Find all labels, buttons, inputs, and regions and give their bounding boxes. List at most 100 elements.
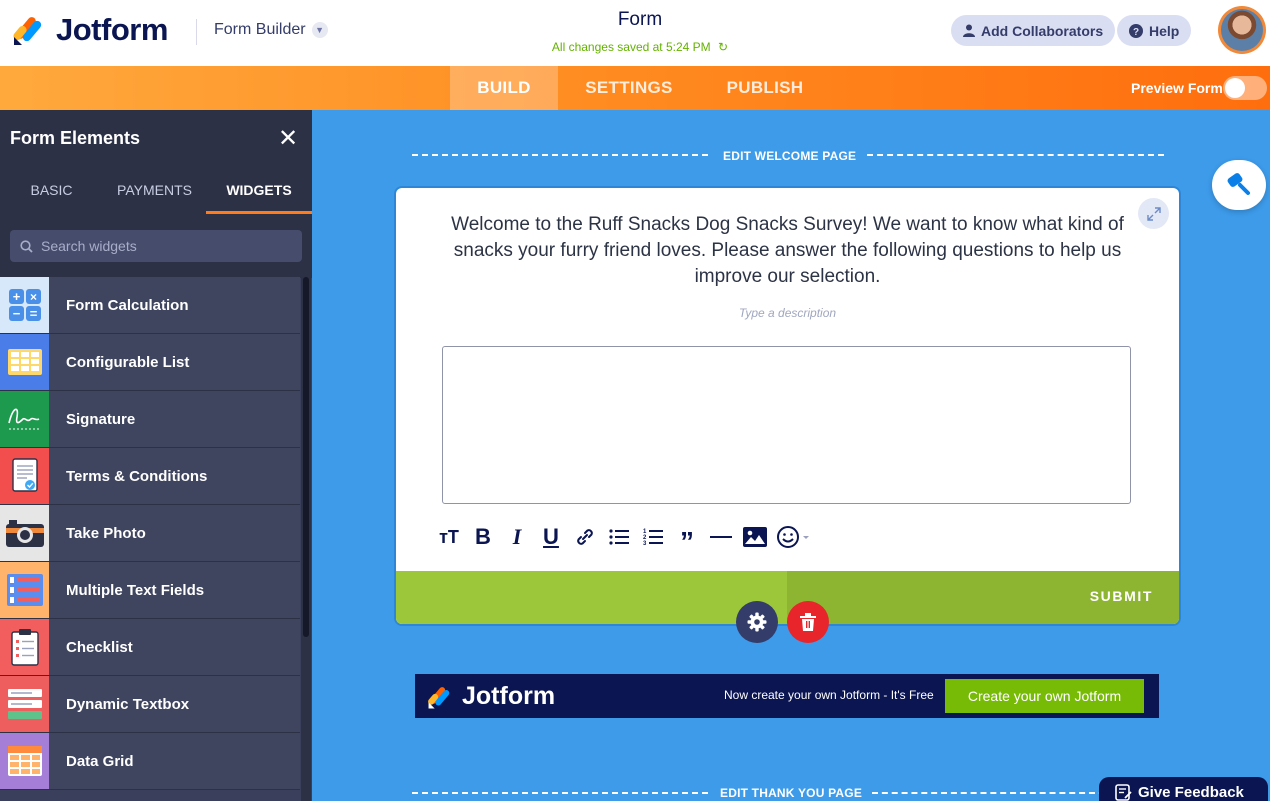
- logo-text: Jotform: [56, 12, 168, 47]
- banner-logo[interactable]: Jotform: [427, 682, 555, 711]
- widget-label: Checklist: [66, 638, 133, 656]
- svg-text:=: =: [29, 306, 37, 321]
- widget-label: Signature: [66, 410, 136, 428]
- widget-signature[interactable]: Signature: [0, 391, 300, 448]
- tab-publish[interactable]: PUBLISH: [700, 66, 830, 110]
- save-status-text: All changes saved at 5:24 PM: [551, 40, 711, 54]
- builder-nav: BUILD SETTINGS PUBLISH Preview Form: [0, 66, 1270, 110]
- bold-icon[interactable]: B: [466, 522, 500, 552]
- user-avatar[interactable]: [1218, 6, 1266, 54]
- edit-thankyou-page-link[interactable]: EDIT THANK YOU PAGE: [720, 786, 862, 800]
- add-collaborators-label: Add Collaborators: [981, 22, 1104, 39]
- form-builder-dropdown[interactable]: Form Builder ▼: [214, 21, 328, 39]
- rich-text-editor[interactable]: [442, 346, 1131, 504]
- svg-text:×: ×: [29, 290, 36, 304]
- bullet-list-icon[interactable]: [602, 522, 636, 552]
- form-elements-panel: Form Elements ✕ BASIC PAYMENTS WIDGETS S…: [0, 110, 312, 801]
- top-header: Jotform Form Builder ▼ Form All changes …: [0, 0, 1270, 66]
- widget-checklist[interactable]: Checklist: [0, 619, 300, 676]
- feedback-icon: [1115, 783, 1132, 801]
- help-label: Help: [1149, 22, 1180, 39]
- search-icon: [20, 239, 33, 253]
- horizontal-rule-icon[interactable]: [704, 522, 738, 552]
- widget-dynamic-textbox[interactable]: Dynamic Textbox: [0, 676, 300, 733]
- underline-icon[interactable]: U: [534, 522, 568, 552]
- panel-title: Form Elements: [10, 127, 141, 148]
- data-grid-icon: [0, 733, 49, 789]
- panel-header: Form Elements ✕: [0, 110, 312, 166]
- widget-list-scrollbar[interactable]: [301, 277, 311, 801]
- help-icon: ?: [1129, 23, 1143, 38]
- widget-label: Data Grid: [66, 752, 134, 770]
- widget-form-calculation[interactable]: + × − = Form Calculation: [0, 277, 300, 334]
- svg-text:−: −: [12, 306, 20, 321]
- paint-roller-icon: [1227, 173, 1250, 195]
- search-widgets-input[interactable]: Search widgets: [10, 230, 302, 262]
- refresh-icon[interactable]: ↻: [718, 40, 728, 54]
- grid-list-icon: [0, 334, 49, 390]
- svg-text:+: +: [12, 289, 20, 304]
- add-collaborators-button[interactable]: Add Collaborators: [951, 15, 1116, 46]
- textbox-icon: [0, 676, 49, 732]
- clipboard-icon: [0, 619, 49, 675]
- give-feedback-button[interactable]: Give Feedback: [1099, 777, 1268, 801]
- trash-icon: [800, 613, 816, 631]
- tab-basic[interactable]: BASIC: [0, 166, 103, 214]
- welcome-heading[interactable]: Welcome to the Ruff Snacks Dog Snacks Su…: [436, 212, 1139, 290]
- tab-build[interactable]: BUILD: [450, 66, 558, 110]
- form-designer-button[interactable]: [1212, 160, 1266, 210]
- widget-take-photo[interactable]: Take Photo: [0, 505, 300, 562]
- divider-line: [412, 792, 708, 794]
- submit-button: SUBMIT: [787, 571, 1179, 624]
- search-area: Search widgets: [0, 214, 312, 278]
- divider-line: [867, 154, 1164, 156]
- emoji-icon[interactable]: [772, 522, 816, 552]
- widget-label: Form Calculation: [66, 296, 189, 314]
- help-button[interactable]: ? Help: [1117, 15, 1192, 46]
- expand-button[interactable]: [1138, 198, 1169, 229]
- quote-icon[interactable]: ”: [670, 522, 704, 557]
- delete-button[interactable]: [787, 601, 829, 643]
- document-check-icon: [0, 448, 49, 504]
- preview-form-toggle[interactable]: [1223, 76, 1267, 100]
- image-icon[interactable]: [738, 522, 772, 552]
- widget-configurable-list[interactable]: Configurable List: [0, 334, 300, 391]
- header-divider: [196, 19, 197, 45]
- widget-terms-conditions[interactable]: Terms & Conditions: [0, 448, 300, 505]
- widget-list: + × − = Form Calculation Configurable List …: [0, 277, 300, 790]
- jotform-logo[interactable]: Jotform: [12, 12, 168, 48]
- panel-tabs: BASIC PAYMENTS WIDGETS: [0, 166, 312, 214]
- tab-widgets[interactable]: WIDGETS: [206, 166, 312, 214]
- description-placeholder[interactable]: Type a description: [396, 306, 1179, 320]
- tab-settings[interactable]: SETTINGS: [558, 66, 700, 110]
- preview-form-label: Preview Form: [1131, 80, 1223, 96]
- jotform-logo-icon: [428, 686, 450, 708]
- form-canvas: EDIT WELCOME PAGE Welcome to the Ruff Sn…: [312, 110, 1270, 801]
- camera-icon: [0, 505, 49, 561]
- widget-data-grid[interactable]: Data Grid: [0, 733, 300, 790]
- widget-label: Take Photo: [66, 524, 146, 542]
- text-fields-icon: [0, 562, 49, 618]
- create-jotform-button[interactable]: Create your own Jotform: [945, 679, 1144, 713]
- form-title[interactable]: Form: [540, 9, 740, 31]
- italic-icon[interactable]: I: [500, 522, 534, 552]
- banner-logo-text: Jotform: [462, 682, 556, 710]
- welcome-page-card[interactable]: Welcome to the Ruff Snacks Dog Snacks Su…: [396, 188, 1179, 624]
- numbered-list-icon[interactable]: 123: [636, 522, 670, 552]
- widget-label: Terms & Conditions: [66, 467, 208, 485]
- close-icon[interactable]: ✕: [274, 124, 302, 153]
- edit-welcome-page-link[interactable]: EDIT WELCOME PAGE: [723, 149, 856, 163]
- user-icon: [963, 24, 975, 37]
- tab-payments[interactable]: PAYMENTS: [103, 166, 206, 214]
- expand-icon: [1146, 206, 1161, 221]
- chevron-down-icon: ▼: [311, 22, 328, 38]
- banner-text: Now create your own Jotform - It's Free: [724, 688, 934, 702]
- signature-icon: [0, 391, 49, 447]
- link-icon[interactable]: [568, 522, 602, 552]
- settings-button[interactable]: [736, 601, 778, 643]
- widget-label: Configurable List: [66, 353, 190, 371]
- text-size-icon[interactable]: ᴛT: [432, 522, 466, 552]
- save-status: All changes saved at 5:24 PM ↻: [500, 40, 780, 54]
- gear-icon: [747, 612, 767, 632]
- widget-multiple-text-fields[interactable]: Multiple Text Fields: [0, 562, 300, 619]
